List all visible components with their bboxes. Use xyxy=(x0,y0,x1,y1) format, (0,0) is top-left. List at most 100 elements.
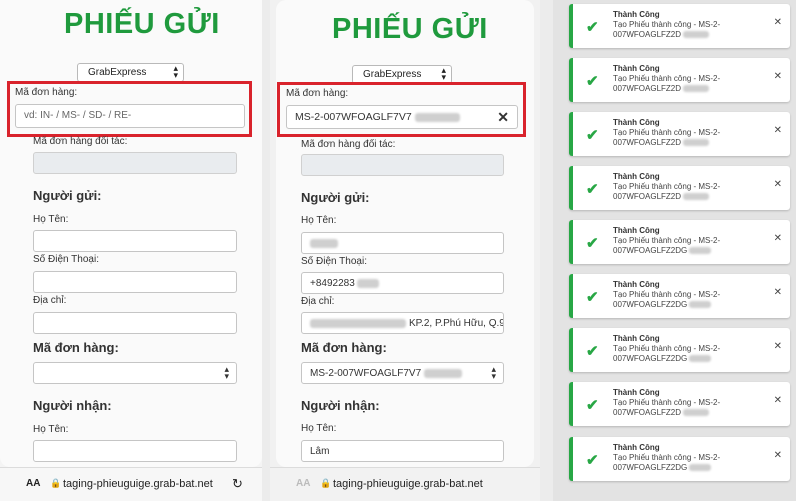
sender-phone-input[interactable]: +8492283 xyxy=(301,272,504,294)
receiver-heading: Người nhận: xyxy=(33,398,112,413)
toast-line2: 007WFOAGLFZ2DG xyxy=(613,463,688,472)
toast-message: Tạo Phiếu thành công - MS-2- 007WFOAGLFZ2… xyxy=(613,20,763,40)
order-select[interactable]: ▴ ▾ xyxy=(33,362,237,384)
order-code-label: Mã đơn hàng: xyxy=(15,87,78,98)
address-bar[interactable]: AA 🔒 taging-phieuguige.grab-bat.net xyxy=(270,467,540,501)
check-icon: ✔ xyxy=(586,181,599,198)
redacted-blur xyxy=(424,368,463,378)
toast-message: Tạo Phiếu thành công - MS-2- 007WFOAGLFZ2… xyxy=(613,182,763,202)
order-select-heading: Mã đơn hàng: xyxy=(33,340,119,355)
reader-aa-button[interactable]: AA xyxy=(296,478,310,489)
receiver-name-label: Họ Tên: xyxy=(301,423,337,434)
phone-value: +8492283 xyxy=(310,278,355,289)
success-toast: ✔ Thành Công Tạo Phiếu thành công - MS-2… xyxy=(569,112,790,156)
toast-title: Thành Công xyxy=(613,226,660,235)
lock-icon: 🔒 xyxy=(50,478,62,488)
partner-code-label: Mã đơn hàng đối tác: xyxy=(301,139,396,150)
toast-message: Tạo Phiếu thành công - MS-2- 007WFOAGLFZ2… xyxy=(613,128,763,148)
toast-message: Tạo Phiếu thành công - MS-2- 007WFOAGLFZ2… xyxy=(613,290,763,310)
sender-phone-label: Số Điện Thoại: xyxy=(301,256,367,267)
toast-line2: 007WFOAGLFZ2D xyxy=(613,408,682,417)
toast-line2: 007WFOAGLFZ2D xyxy=(613,138,682,147)
sender-name-input[interactable] xyxy=(33,230,237,252)
close-icon[interactable]: ✕ xyxy=(774,450,782,461)
redacted-blur xyxy=(310,238,338,248)
sender-phone-input[interactable] xyxy=(33,271,237,293)
success-toast: ✔ Thành Công Tạo Phiếu thành công - MS-2… xyxy=(569,382,790,426)
close-icon[interactable]: ✕ xyxy=(774,71,782,82)
left-form-screenshot: PHIẾU GỬI GrabExpress ▴ ▾ Mã đơn hàng: vd… xyxy=(0,0,262,501)
partner-code-input xyxy=(301,154,504,176)
close-icon[interactable]: ✕ xyxy=(774,341,782,352)
redacted-blur xyxy=(689,247,712,255)
check-icon: ✔ xyxy=(586,235,599,252)
toast-line2: 007WFOAGLFZ2D xyxy=(613,84,682,93)
close-icon[interactable]: ✕ xyxy=(774,233,782,244)
receiver-heading: Người nhận: xyxy=(301,398,380,413)
check-icon: ✔ xyxy=(586,343,599,360)
toast-line2: 007WFOAGLFZ2D xyxy=(613,30,682,39)
toast-line1: Tạo Phiếu thành công - MS-2- xyxy=(613,182,721,191)
page-title: PHIẾU GỬI xyxy=(64,8,220,40)
toast-title: Thành Công xyxy=(613,280,660,289)
redacted-blur xyxy=(683,409,710,417)
success-toast: ✔ Thành Công Tạo Phiếu thành công - MS-2… xyxy=(569,437,790,481)
toast-line1: Tạo Phiếu thành công - MS-2- xyxy=(613,453,721,462)
sender-heading: Người gửi: xyxy=(301,190,370,205)
middle-form-screenshot: PHIẾU GỬI GrabExpress ▴ ▾ Mã đơn hàng: MS… xyxy=(270,0,540,501)
order-code-value: MS-2-007WFOAGLF7V7 xyxy=(295,111,412,123)
redacted-blur xyxy=(689,355,712,363)
order-select[interactable]: MS-2-007WFOAGLF7V7 ▴ ▾ xyxy=(301,362,504,384)
success-toast: ✔ Thành Công Tạo Phiếu thành công - MS-2… xyxy=(569,58,790,102)
toast-line1: Tạo Phiếu thành công - MS-2- xyxy=(613,128,721,137)
partner-code-label: Mã đơn hàng đối tác: xyxy=(33,136,128,147)
close-icon[interactable]: ✕ xyxy=(774,179,782,190)
toast-message: Tạo Phiếu thành công - MS-2- 007WFOAGLFZ2… xyxy=(613,398,763,418)
redacted-blur xyxy=(414,112,460,122)
sender-address-label: Địa chỉ: xyxy=(33,295,67,306)
close-icon[interactable]: ✕ xyxy=(774,17,782,28)
toast-line2: 007WFOAGLFZ2DG xyxy=(613,300,688,309)
address-value: KP.2, P.Phú Hữu, Q.9, xyxy=(409,318,504,329)
close-icon[interactable]: ✕ xyxy=(774,287,782,298)
receiver-name-input[interactable] xyxy=(33,440,237,462)
sender-address-label: Địa chỉ: xyxy=(301,296,335,307)
select-arrows-icon: ▴ ▾ xyxy=(224,364,229,381)
reload-icon[interactable]: ↻ xyxy=(232,476,243,492)
check-icon: ✔ xyxy=(586,19,599,36)
select-arrows-icon: ▴ ▾ xyxy=(441,65,446,82)
toast-line1: Tạo Phiếu thành công - MS-2- xyxy=(613,236,721,245)
url-text[interactable]: taging-phieuguige.grab-bat.net xyxy=(333,478,483,490)
close-icon[interactable]: ✕ xyxy=(774,395,782,406)
receiver-name-input[interactable]: Lâm xyxy=(301,440,504,462)
reader-aa-button[interactable]: AA xyxy=(26,478,40,489)
success-toast: ✔ Thành Công Tạo Phiếu thành công - MS-2… xyxy=(569,166,790,210)
clear-x-icon[interactable]: ✕ xyxy=(497,109,509,126)
address-bar[interactable]: AA 🔒 taging-phieuguige.grab-bat.net ↻ xyxy=(0,467,262,501)
toast-message: Tạo Phiếu thành công - MS-2- 007WFOAGLFZ2… xyxy=(613,74,763,94)
service-select-value: GrabExpress xyxy=(363,69,422,80)
sender-address-input[interactable] xyxy=(33,312,237,334)
service-select[interactable]: GrabExpress ▴ ▾ xyxy=(77,63,184,82)
receiver-name-value: Lâm xyxy=(310,446,330,457)
sender-name-label: Họ Tên: xyxy=(33,214,69,225)
toast-line1: Tạo Phiếu thành công - MS-2- xyxy=(613,290,721,299)
close-icon[interactable]: ✕ xyxy=(774,125,782,136)
sender-address-input[interactable]: KP.2, P.Phú Hữu, Q.9, xyxy=(301,312,504,334)
redacted-blur xyxy=(683,31,710,39)
url-text[interactable]: taging-phieuguige.grab-bat.net xyxy=(63,478,213,490)
redacted-blur xyxy=(689,301,712,309)
toast-line2: 007WFOAGLFZ2DG xyxy=(613,246,688,255)
check-icon: ✔ xyxy=(586,452,599,469)
toast-title: Thành Công xyxy=(613,172,660,181)
toast-line1: Tạo Phiếu thành công - MS-2- xyxy=(613,344,721,353)
order-code-input[interactable]: MS-2-007WFOAGLF7V7 ✕ xyxy=(286,105,518,129)
check-icon: ✔ xyxy=(586,397,599,414)
redacted-blur xyxy=(356,278,379,288)
toast-line2: 007WFOAGLFZ2D xyxy=(613,192,682,201)
toast-message: Tạo Phiếu thành công - MS-2- 007WFOAGLFZ2… xyxy=(613,344,763,364)
order-code-input[interactable]: vd: IN- / MS- / SD- / RE- xyxy=(15,104,245,128)
sender-name-input[interactable] xyxy=(301,232,504,254)
partner-code-input xyxy=(33,152,237,174)
redacted-blur xyxy=(683,85,710,93)
